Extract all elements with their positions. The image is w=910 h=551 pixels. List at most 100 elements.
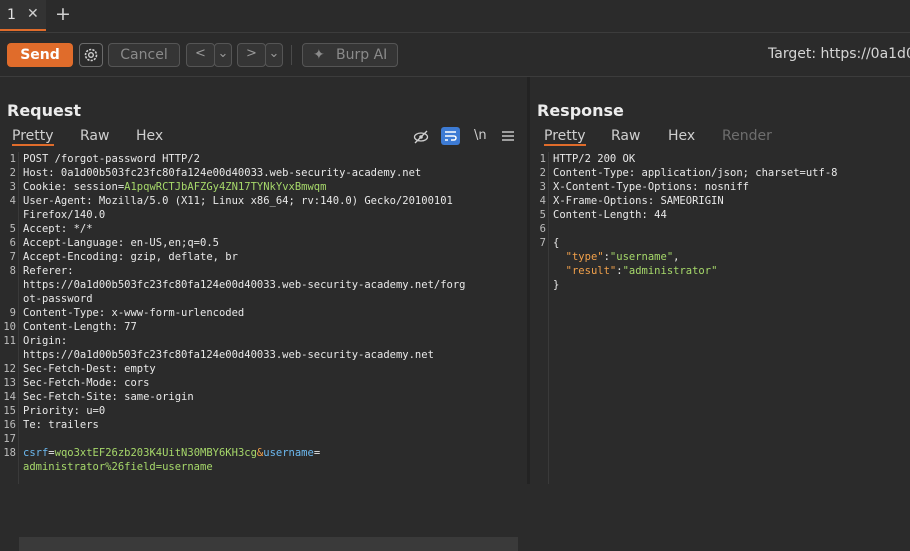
code-token: Te: trailers: [23, 419, 99, 431]
forward-history-dropdown[interactable]: ⌄: [265, 43, 283, 67]
code-line: X-Content-Type-Options: nosniff: [553, 181, 749, 193]
current-line-highlight: [19, 537, 518, 551]
hide-nonprintable-icon[interactable]: [413, 130, 429, 148]
code-token: "username": [609, 251, 674, 263]
line-number: 2: [9, 167, 16, 179]
tab-render[interactable]: Render: [722, 128, 772, 144]
code-token: Sec-Fetch-Mode: cors: [23, 377, 150, 389]
word-wrap-icon[interactable]: [441, 127, 460, 149]
code-line: https://0a1d00b503fc23fc80fa124e00d40033…: [23, 349, 434, 361]
code-token: "result": [565, 265, 617, 277]
send-button[interactable]: Send: [7, 43, 73, 67]
tab-raw[interactable]: Raw: [611, 128, 640, 144]
code-token: Host: 0a1d00b503fc23fc80fa124e00d40033.w…: [23, 167, 422, 179]
code-line: POST /forgot-password HTTP/2: [23, 153, 200, 165]
tab-pretty[interactable]: Pretty: [544, 128, 586, 146]
back-history-dropdown[interactable]: ⌄: [214, 43, 232, 67]
line-number: 17: [3, 433, 16, 445]
code-line: ot-password: [23, 293, 93, 305]
code-token: ot-password: [23, 293, 93, 305]
line-number: 5: [539, 209, 546, 221]
code-line: Accept-Language: en-US,en;q=0.5: [23, 237, 219, 249]
line-number: 4: [9, 195, 16, 207]
code-token: Content-Type: application/json; charset=…: [553, 167, 838, 179]
sparkle-icon: ✦: [313, 47, 325, 63]
code-token: csrf: [23, 447, 49, 459]
code-token: =: [313, 447, 321, 459]
code-token: Referer:: [23, 265, 74, 277]
code-line: https://0a1d00b503fc23fc80fa124e00d40033…: [23, 279, 466, 291]
code-line: HTTP/2 200 OK: [553, 153, 635, 165]
code-line: }: [553, 279, 559, 291]
code-line: Te: trailers: [23, 419, 99, 431]
burp-ai-label: Burp AI: [336, 47, 388, 63]
line-number: 13: [3, 377, 16, 389]
code-token: HTTP/2 200 OK: [553, 153, 636, 165]
line-number: 2: [539, 167, 546, 179]
code-line: administrator%26field=username: [23, 461, 213, 473]
line-number: 7: [9, 251, 16, 263]
code-token: "type": [565, 251, 604, 263]
request-view-tabs: Pretty Raw Hex \n: [0, 126, 527, 150]
code-line: Sec-Fetch-Mode: cors: [23, 377, 149, 389]
line-number: 1: [539, 153, 546, 165]
add-tab-icon[interactable]: +: [55, 3, 71, 25]
code-token: Sec-Fetch-Site: same-origin: [23, 391, 194, 403]
newline-toggle[interactable]: \n: [474, 128, 487, 143]
forward-button[interactable]: >: [237, 43, 266, 67]
line-number: 10: [3, 321, 16, 333]
request-editor[interactable]: 1 POST /forgot-password HTTP/2 2 Host: 0a1d…: [0, 152, 527, 551]
response-view-tabs: Pretty Raw Hex Render: [530, 126, 910, 150]
toolbar-divider: [291, 45, 292, 65]
code-token: Content-Type: x-www-form-urlencoded: [23, 307, 245, 319]
tab-1[interactable]: 1 ✕: [0, 0, 46, 31]
code-token: Firefox/140.0: [23, 209, 106, 221]
tab-hex[interactable]: Hex: [668, 128, 695, 144]
code-token: Content-Length: 44: [553, 209, 667, 221]
back-button[interactable]: <: [186, 43, 215, 67]
code-line: Accept: */*: [23, 223, 93, 235]
code-line: Firefox/140.0: [23, 209, 105, 221]
code-token: ,: [673, 251, 680, 263]
code-token: }: [553, 279, 560, 291]
toolbar: Send Cancel < ⌄ > ⌄ ✦ Burp AI Target: ht…: [0, 33, 910, 77]
response-title: Response: [537, 101, 624, 120]
code-token: User-Agent: Mozilla/5.0 (X11; Linux x86_…: [23, 195, 453, 207]
code-token: Accept-Language: en-US,en;q=0.5: [23, 237, 219, 249]
request-pane: Request Pretty Raw Hex \n 1 POST /forgot-…: [0, 77, 527, 551]
code-line: {: [553, 237, 559, 249]
cancel-button[interactable]: Cancel: [108, 43, 180, 67]
line-number: 3: [9, 181, 16, 193]
code-line: Accept-Encoding: gzip, deflate, br: [23, 251, 238, 263]
code-token: {: [553, 237, 560, 249]
code-line: csrf=wqo3xtEF26zb203K4UitN30MBY6KH3cg&us…: [23, 447, 320, 459]
target-label[interactable]: Target: https://0a1d0: [768, 46, 910, 62]
line-number: 18: [3, 447, 16, 459]
code-token: https://0a1d00b503fc23fc80fa124e00d40033…: [23, 279, 466, 291]
menu-icon[interactable]: [502, 130, 514, 146]
gear-icon[interactable]: [79, 43, 103, 67]
line-number: 5: [9, 223, 16, 235]
line-number: 12: [3, 363, 16, 375]
code-token: POST /forgot-password HTTP/2: [23, 153, 201, 165]
code-line: Content-Type: application/json; charset=…: [553, 167, 837, 179]
line-number: 7: [539, 237, 546, 249]
code-line: X-Frame-Options: SAMEORIGIN: [553, 195, 724, 207]
tab-label: 1: [7, 7, 16, 23]
tab-raw[interactable]: Raw: [80, 128, 109, 144]
code-line: Content-Length: 44: [553, 209, 667, 221]
response-editor[interactable]: 1 HTTP/2 200 OK 2 Content-Type: application…: [530, 152, 910, 484]
line-number: 4: [539, 195, 546, 207]
tab-hex[interactable]: Hex: [136, 128, 163, 144]
tab-pretty[interactable]: Pretty: [12, 128, 54, 146]
code-line: Sec-Fetch-Site: same-origin: [23, 391, 194, 403]
code-token: X-Content-Type-Options: nosniff: [553, 181, 749, 193]
code-token: Cookie: session=: [23, 181, 125, 193]
line-number: 14: [3, 391, 16, 403]
burp-ai-button[interactable]: ✦ Burp AI: [302, 43, 398, 67]
code-line: Content-Length: 77: [23, 321, 137, 333]
close-icon[interactable]: ✕: [27, 6, 39, 22]
line-number: 15: [3, 405, 16, 417]
line-number: 3: [539, 181, 546, 193]
line-number: 6: [9, 237, 16, 249]
